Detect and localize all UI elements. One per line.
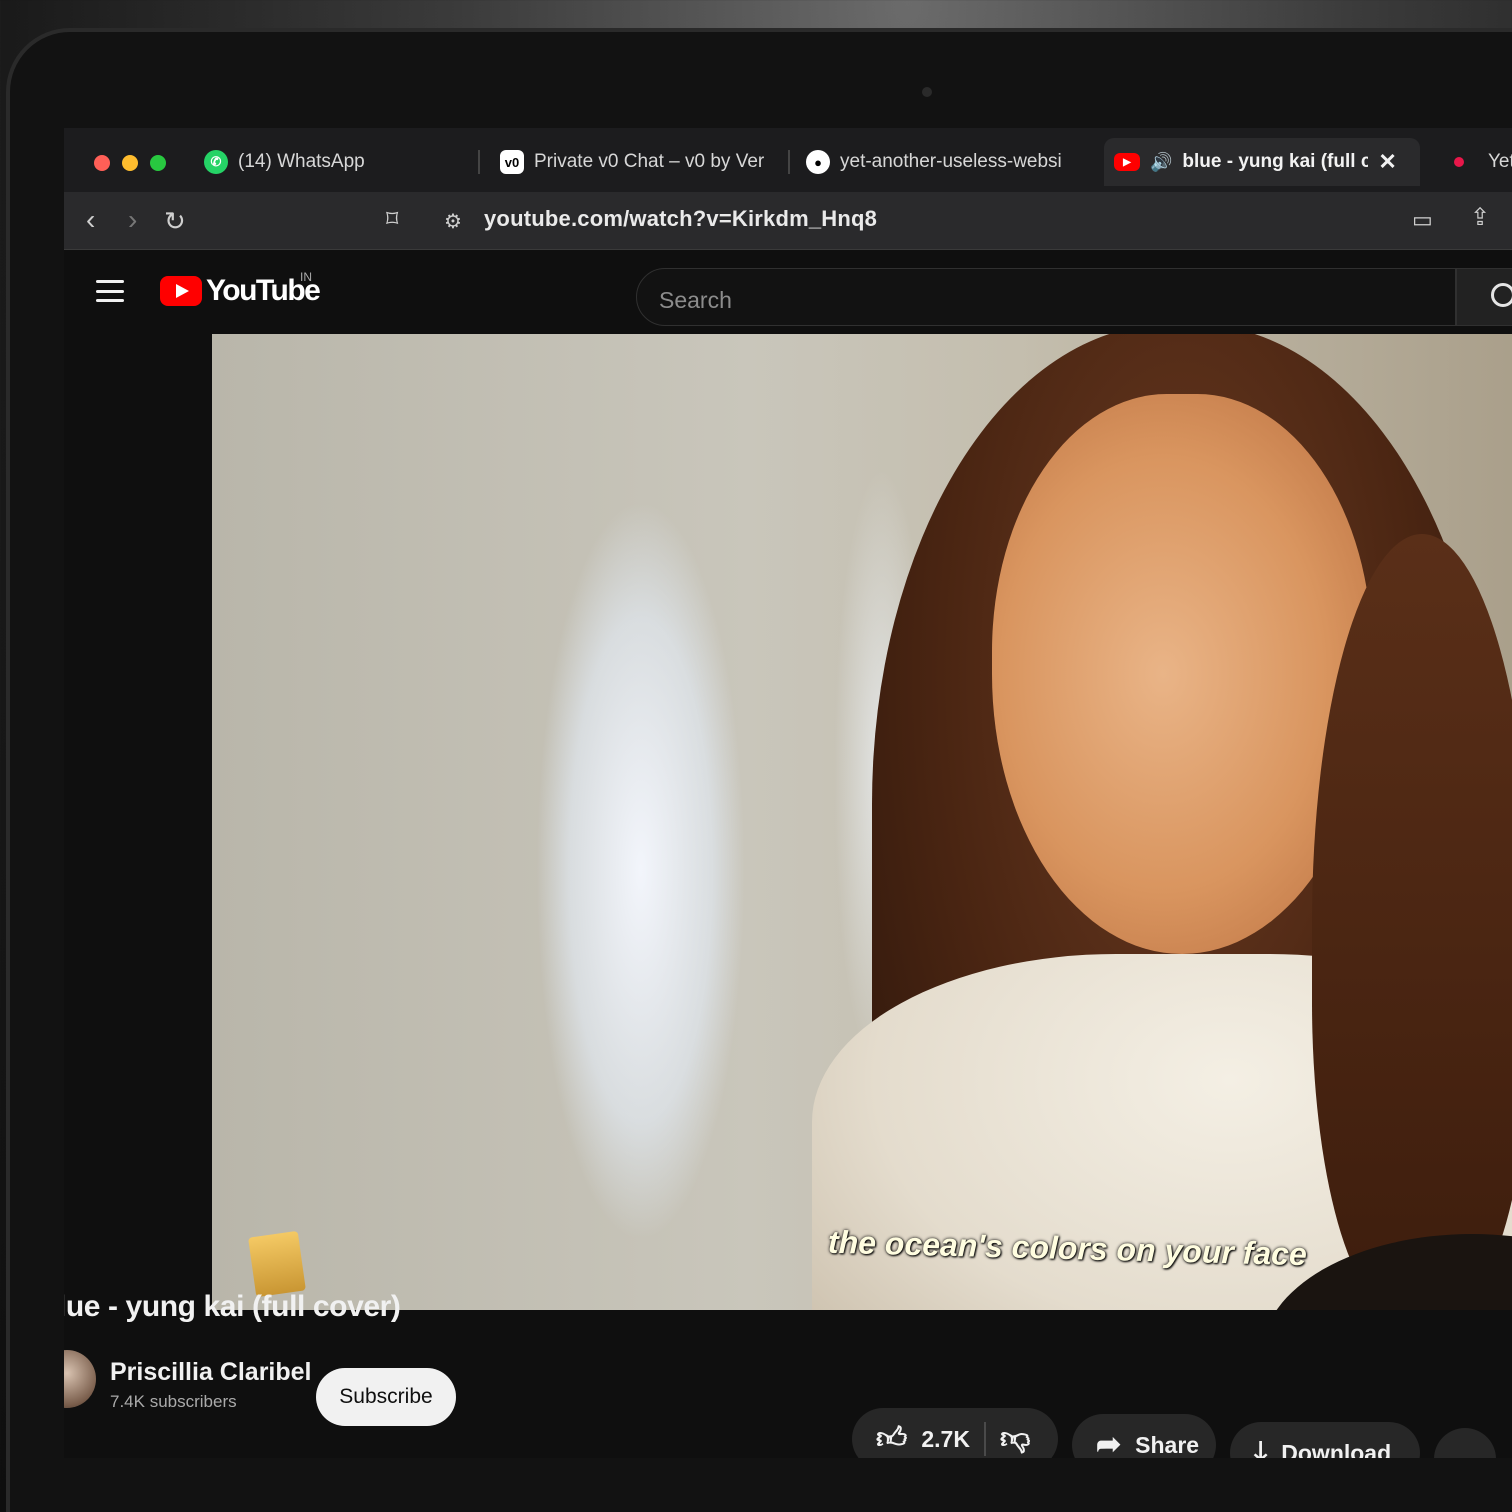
tab-v0-chat[interactable]: v0 Private v0 Chat – v0 by Ver bbox=[490, 138, 780, 186]
youtube-header: YouTube IN Search bbox=[64, 250, 1512, 334]
menu-icon[interactable] bbox=[96, 280, 124, 302]
like-dislike-group: 👍︎ 2.7K 👎︎ bbox=[852, 1408, 1058, 1458]
maximize-window-button[interactable] bbox=[150, 155, 166, 171]
dot-icon bbox=[1454, 157, 1464, 167]
tab-youtube-active[interactable]: ▶ 🔊 blue - yung kai (full c ✕ bbox=[1104, 138, 1420, 186]
search-input[interactable]: Search bbox=[636, 268, 1456, 326]
browser-toolbar: ‹ › ↻ ⌑ ⚙ youtube.com/watch?v=Kirkdm_Hnq… bbox=[64, 192, 1512, 250]
bookmark-icon[interactable]: ⌑ bbox=[386, 206, 398, 234]
more-actions-button[interactable]: ... bbox=[1434, 1428, 1496, 1458]
share-icon: ➦ bbox=[1096, 1428, 1122, 1459]
video-frame-object bbox=[248, 1230, 306, 1298]
share-page-icon[interactable]: ⇪ bbox=[1470, 204, 1490, 232]
tab-label: Private v0 Chat – v0 by Ver bbox=[534, 151, 765, 172]
youtube-logo[interactable]: YouTube IN bbox=[160, 270, 321, 308]
share-button[interactable]: ➦ Share bbox=[1072, 1414, 1216, 1458]
whatsapp-icon: ✆ bbox=[204, 150, 228, 174]
like-divider bbox=[983, 1422, 986, 1456]
dislike-icon[interactable]: 👎︎ bbox=[1000, 1424, 1030, 1454]
more-icon: ... bbox=[1455, 1446, 1474, 1459]
country-code: IN bbox=[300, 270, 312, 284]
youtube-play-icon bbox=[160, 276, 202, 306]
search-button[interactable] bbox=[1456, 268, 1512, 326]
channel-avatar[interactable] bbox=[64, 1350, 96, 1408]
search-icon bbox=[1491, 283, 1512, 307]
close-tab-icon[interactable]: ✕ bbox=[1378, 149, 1396, 175]
webcam bbox=[922, 87, 932, 97]
tab-whatsapp[interactable]: ✆ (14) WhatsApp bbox=[194, 138, 464, 186]
share-label: Share bbox=[1135, 1431, 1200, 1458]
download-label: Download bbox=[1281, 1439, 1392, 1459]
cast-icon[interactable]: ▭ bbox=[1412, 206, 1433, 234]
tab-label: yet-another-useless-websi bbox=[840, 151, 1062, 172]
like-icon[interactable]: 👍︎ bbox=[876, 1424, 907, 1454]
v0-icon: v0 bbox=[500, 150, 524, 174]
channel-name[interactable]: Priscillia Claribel bbox=[110, 1358, 312, 1387]
tab-partial[interactable]: Yet bbox=[1444, 138, 1512, 186]
download-button[interactable]: ⤓ Download bbox=[1230, 1422, 1420, 1458]
screen: ✆ (14) WhatsApp v0 Private v0 Chat – v0 … bbox=[64, 128, 1512, 1458]
tab-label: (14) WhatsApp bbox=[238, 151, 365, 172]
back-icon[interactable]: ‹ bbox=[86, 206, 95, 234]
address-bar[interactable]: youtube.com/watch?v=Kirkdm_Hnq8 bbox=[484, 206, 877, 232]
like-count[interactable]: 2.7K bbox=[921, 1426, 970, 1453]
reload-icon[interactable]: ↻ bbox=[164, 207, 186, 235]
tab-divider bbox=[478, 150, 480, 174]
video-title: blue - yung kai (full cover) bbox=[64, 1290, 401, 1323]
video-player[interactable]: the ocean's colors on your face bbox=[212, 334, 1512, 1310]
tab-label: Yet bbox=[1488, 151, 1512, 172]
minimize-window-button[interactable] bbox=[122, 155, 138, 171]
forward-icon[interactable]: › bbox=[128, 206, 137, 234]
subscriber-count: 7.4K subscribers bbox=[110, 1392, 237, 1411]
subscribe-button[interactable]: Subscribe bbox=[316, 1368, 456, 1426]
youtube-icon: ▶ bbox=[1114, 153, 1140, 171]
tab-github[interactable]: ● yet-another-useless-websi bbox=[796, 138, 1086, 186]
tab-label: blue - yung kai (full c bbox=[1182, 151, 1369, 172]
github-icon: ● bbox=[806, 150, 830, 174]
close-window-button[interactable] bbox=[94, 155, 110, 171]
tab-divider bbox=[788, 150, 790, 174]
search-placeholder: Search bbox=[659, 287, 732, 313]
speaker-icon: 🔊 bbox=[1150, 151, 1173, 172]
download-icon: ⤓ bbox=[1254, 1436, 1268, 1459]
browser-tab-bar: ✆ (14) WhatsApp v0 Private v0 Chat – v0 … bbox=[64, 128, 1512, 192]
site-settings-icon[interactable]: ⚙ bbox=[444, 208, 462, 236]
